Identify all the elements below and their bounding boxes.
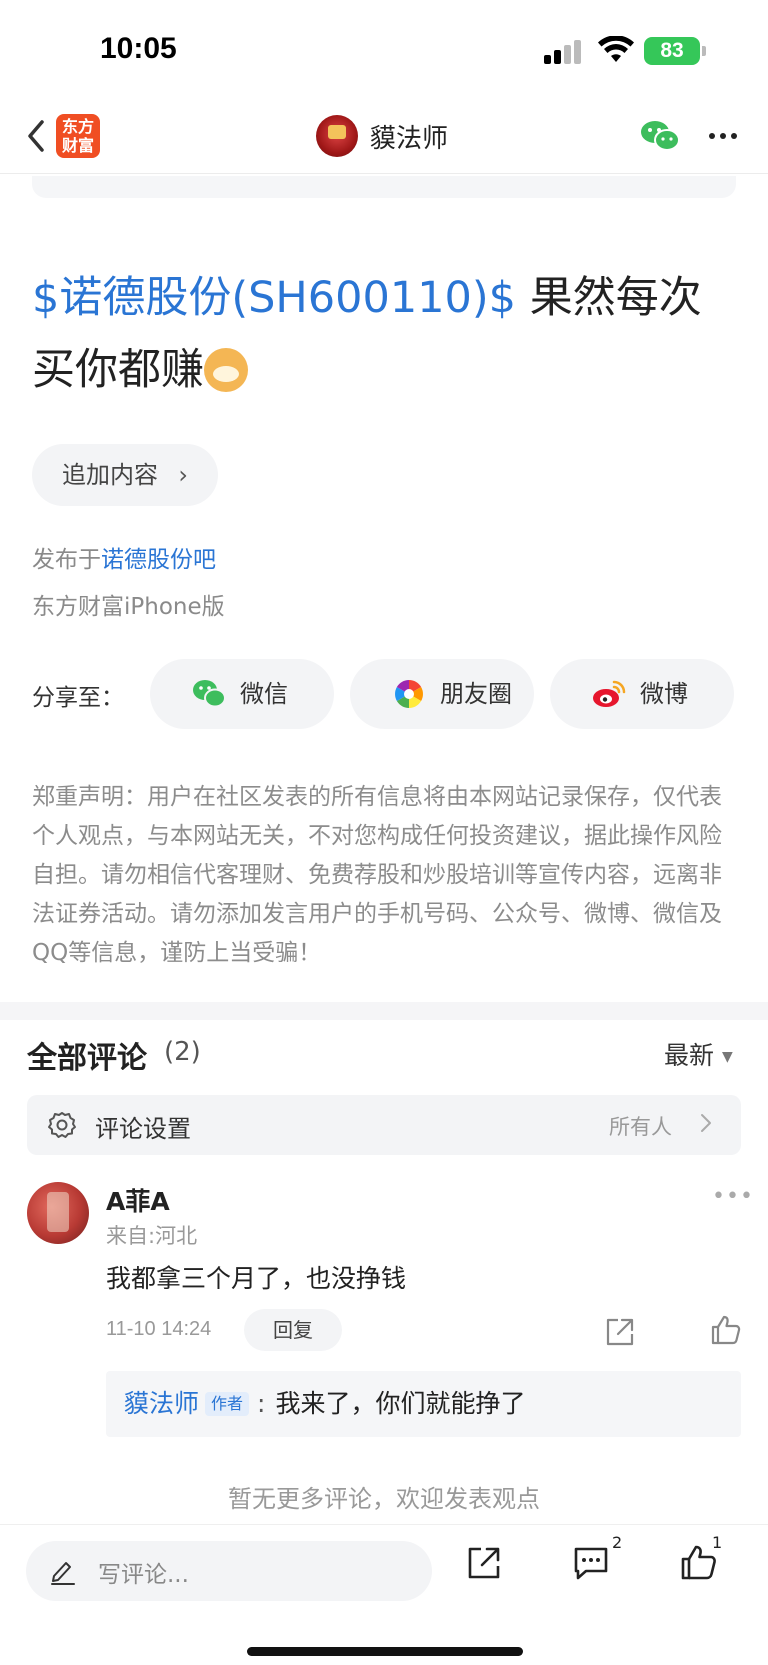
comment-text: 我都拿三个月了，也没挣钱 [106, 1264, 407, 1293]
nav-bar: 东方 财富 貘法师 [0, 100, 768, 174]
bottom-action-bar: 写评论... 2 1 [0, 1524, 768, 1665]
comments-count: (2) [164, 1037, 201, 1067]
dog-emoji-icon [204, 348, 248, 392]
share-label: 分享至： [32, 685, 124, 711]
sort-toggle[interactable]: 最新 ▼ [664, 1036, 733, 1072]
no-more-comments: 暂无更多评论，欢迎发表观点 [228, 1485, 540, 1513]
settings-value: 所有人 [609, 1115, 672, 1139]
share-moments-button[interactable]: 朋友圈 [350, 659, 534, 729]
append-label: 追加内容 [62, 461, 158, 489]
commenter-name[interactable]: A菲A [106, 1182, 170, 1218]
top-strip [32, 176, 736, 198]
comment-settings-row[interactable]: 评论设置 所有人 [27, 1095, 741, 1155]
chevron-right-icon [701, 1114, 711, 1132]
reply-button[interactable]: 回复 [244, 1309, 342, 1351]
thumbs-up-icon[interactable] [710, 1314, 742, 1346]
reply-text: 我来了，你们就能挣了 [275, 1389, 526, 1418]
gear-icon [48, 1112, 76, 1138]
wifi-icon [598, 36, 634, 62]
comment-time: 11-10 14:24 [106, 1318, 212, 1340]
battery-indicator: 83 [644, 37, 700, 65]
settings-label: 评论设置 [95, 1115, 191, 1143]
disclaimer-text: 郑重声明：用户在社区发表的所有信息将由本网站记录保存，仅代表个人观点，与本网站无… [32, 784, 722, 966]
moments-icon [395, 680, 423, 708]
section-divider [0, 1002, 768, 1020]
post-body: $诺德股份(SH600110)$ 果然每次买你都赚 [32, 262, 742, 406]
share-icon[interactable] [604, 1316, 636, 1348]
author-badge: 作者 [205, 1392, 250, 1416]
commenter-location: 来自:河北 [106, 1224, 198, 1248]
share-wechat-button[interactable]: 微信 [150, 659, 334, 729]
share-weibo-label: 微博 [640, 680, 688, 708]
comment-icon[interactable] [572, 1545, 610, 1581]
append-content-button[interactable]: 追加内容 › [32, 444, 218, 506]
posted-in: 发布于诺德股份吧 [32, 540, 216, 574]
write-comment-placeholder: 写评论... [98, 1562, 189, 1588]
stock-link[interactable]: $诺德股份(SH600110)$ [32, 273, 516, 323]
write-comment-input[interactable]: 写评论... [26, 1541, 432, 1601]
sort-label: 最新 [664, 1041, 715, 1070]
comment-count: 2 [612, 1533, 623, 1552]
author-avatar[interactable] [316, 115, 358, 157]
share-icon[interactable] [466, 1545, 502, 1581]
share-weibo-button[interactable]: 微博 [550, 659, 734, 729]
weibo-icon [593, 680, 626, 707]
status-time: 10:05 [100, 32, 177, 65]
home-indicator [247, 1647, 523, 1656]
battery-tip [702, 46, 706, 56]
back-chevron-icon[interactable] [22, 118, 52, 154]
comments-title: 全部评论 [27, 1041, 147, 1076]
wechat-icon[interactable] [640, 118, 680, 154]
commenter-avatar[interactable] [27, 1182, 89, 1244]
bar-link[interactable]: 诺德股份吧 [101, 547, 216, 573]
posted-prefix: 发布于 [32, 547, 101, 573]
client-source: 东方财富iPhone版 [32, 594, 225, 620]
comment-more-icon[interactable]: ••• [712, 1184, 754, 1209]
more-options-icon[interactable] [708, 122, 738, 150]
nav-author-name[interactable]: 貘法师 [370, 118, 448, 155]
reply-author[interactable]: 貘法师 [124, 1389, 199, 1418]
cellular-signal-icon [544, 40, 584, 64]
wechat-icon [193, 680, 226, 708]
dropdown-triangle-icon: ▼ [722, 1049, 733, 1065]
pen-icon [51, 1562, 75, 1585]
reply-box[interactable]: 貘法师 作者: 我来了，你们就能挣了 [106, 1371, 741, 1437]
share-wechat-label: 微信 [240, 680, 288, 708]
app-logo[interactable]: 东方 财富 [56, 114, 100, 158]
reply-separator: : [257, 1389, 266, 1418]
like-count: 1 [712, 1533, 723, 1552]
chevron-right-icon: › [178, 461, 188, 489]
share-moments-label: 朋友圈 [440, 680, 512, 708]
status-bar: 10:05 83 [0, 0, 768, 100]
